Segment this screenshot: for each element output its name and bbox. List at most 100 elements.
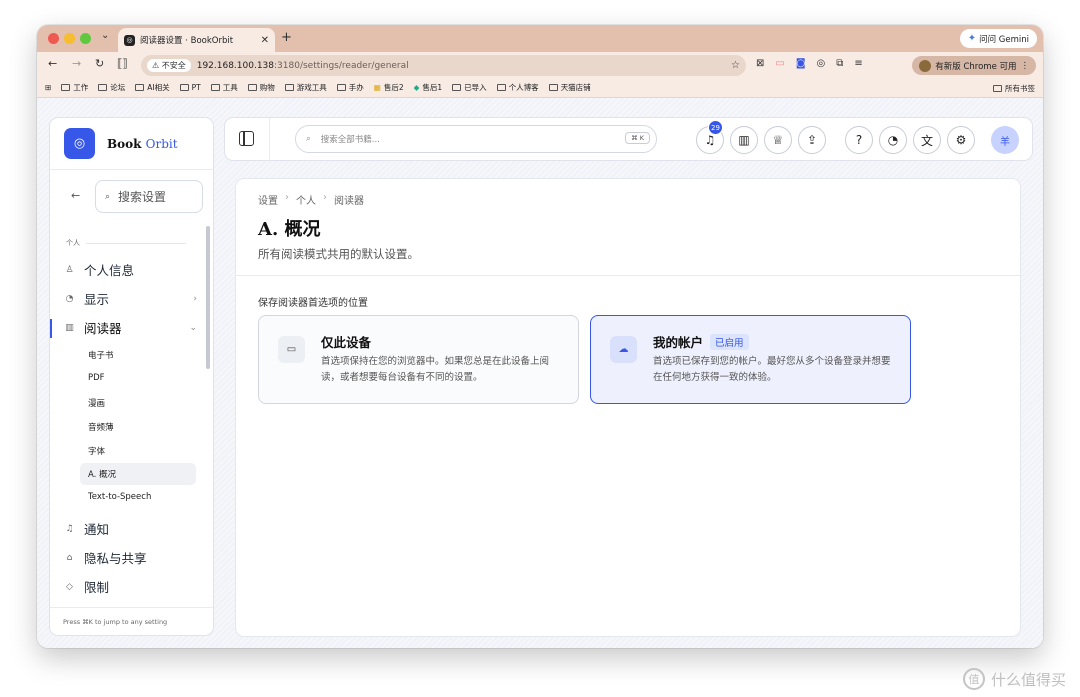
url-path: :3180/settings/reader/general xyxy=(274,60,409,71)
insecure-badge[interactable]: ⚠ 不安全 xyxy=(147,59,191,72)
bookmark-item[interactable]: 已导入 xyxy=(452,82,487,93)
bookorbit-logo-icon[interactable]: ◎ xyxy=(64,128,95,159)
extension-icon-3[interactable]: ◙ xyxy=(796,58,806,69)
sidebar-item-restrictions[interactable]: ◇ 限制 xyxy=(64,577,197,596)
bookmark-item[interactable]: 购物 xyxy=(247,82,275,93)
stats-button[interactable]: ▥ xyxy=(730,126,758,154)
search-placeholder: 搜索设置 xyxy=(118,190,167,204)
sidebar-subitem-audiobook[interactable]: 音频薄 xyxy=(88,421,114,433)
all-bookmarks[interactable]: 所有书签 xyxy=(993,83,1035,94)
sidebar-subitem-overview[interactable]: A. 概况 xyxy=(80,463,196,485)
bookmark-label: AI相关 xyxy=(147,83,170,92)
bookmark-item[interactable]: ▦ 售后2 xyxy=(374,82,404,93)
bookmark-item[interactable]: AI相关 xyxy=(135,82,170,93)
option-card-this-device[interactable]: ▭ 仅此设备 首选项保持在您的浏览器中。如果您总是在此设备上阅读，或者想要每台设… xyxy=(258,315,579,404)
help-icon: ? xyxy=(855,133,863,147)
upload-button[interactable]: ⇪ xyxy=(798,126,826,154)
sidebar-subitem-pdf[interactable]: PDF xyxy=(88,373,105,383)
bookmark-item[interactable]: 手办 xyxy=(336,82,364,93)
settings-sidebar: ◎ Book Orbit ← ⌕ 搜索设置 个人 ♙ 个人信息 ◔ 显示 › ▥ 阅读器… xyxy=(49,117,214,636)
reload-icon[interactable]: ↻ xyxy=(95,57,104,70)
toggle-sidebar-icon[interactable] xyxy=(239,131,254,146)
gemini-label: 问问 Gemini xyxy=(979,34,1029,45)
sidebar-subitem-font[interactable]: 字体 xyxy=(88,445,105,457)
bookmark-item[interactable]: PT xyxy=(179,83,201,92)
bookmark-item[interactable]: 个人博客 xyxy=(496,82,539,93)
maximize-window-button[interactable] xyxy=(80,33,91,44)
bookmark-item[interactable]: 工具 xyxy=(210,82,238,93)
forward-arrow-icon[interactable]: → xyxy=(72,57,81,70)
grid-colored-icon: ▦ xyxy=(373,83,381,92)
browser-tab[interactable]: ◎ 阅读器设置 · BookOrbit ✕ xyxy=(118,28,275,52)
bookmark-item[interactable]: 天猫店铺 xyxy=(548,82,591,93)
search-placeholder: 搜索全部书籍... xyxy=(320,135,380,145)
minimize-window-button[interactable] xyxy=(64,33,75,44)
bell-icon: ♫ xyxy=(65,523,74,534)
reading-list-icon[interactable]: ≡ xyxy=(854,58,862,69)
notifications-button[interactable]: ♫ 29 xyxy=(696,120,724,154)
extensions-puzzle-icon[interactable]: ⧉ xyxy=(836,58,843,69)
profile-avatar-icon xyxy=(919,59,932,72)
extension-icon-1[interactable]: ⊠ xyxy=(756,58,764,69)
address-bar[interactable]: ⚠ 不安全 192.168.100.138:3180/settings/read… xyxy=(141,55,746,76)
sidebar-item-reader[interactable]: ▥ 阅读器 ⌄ xyxy=(64,318,197,337)
tab-search-chevron-icon[interactable]: ⌄ xyxy=(101,30,109,41)
tab-close-icon[interactable]: ✕ xyxy=(261,35,269,46)
chevron-down-icon: ⌄ xyxy=(189,322,197,333)
translate-icon: 文 xyxy=(920,133,933,148)
insecure-label: 不安全 xyxy=(161,61,186,70)
sidebar-subitem-tts[interactable]: Text-to-Speech xyxy=(88,492,151,502)
folder-icon xyxy=(993,85,1002,92)
sidebar-item-privacy[interactable]: ⌂ 隐私与共享 xyxy=(64,548,197,567)
chrome-update-button[interactable]: 有新版 Chrome 可用 ⋮ xyxy=(912,56,1036,75)
new-tab-button[interactable]: + xyxy=(281,30,292,45)
sidebar-item-label: 隐私与共享 xyxy=(84,551,147,566)
bookorbit-favicon-icon: ◎ xyxy=(124,34,135,46)
breadcrumb: 设置 › 个人 › 阅读器 xyxy=(258,192,364,207)
all-bookmarks-label: 所有书签 xyxy=(1005,84,1035,93)
extension-icon-2[interactable]: ▭ xyxy=(775,58,784,69)
sidebar-item-label: 通知 xyxy=(84,522,110,537)
sidebar-footer-hint: Press ⌘K to jump to any setting xyxy=(50,607,213,635)
bookmark-item[interactable]: 论坛 xyxy=(98,82,125,93)
gemini-button[interactable]: ✦ 问问 Gemini xyxy=(959,29,1037,48)
language-button[interactable]: 文 xyxy=(913,126,941,154)
bookmark-item[interactable]: ◆ 售后1 xyxy=(414,82,443,93)
chevron-right-icon: › xyxy=(193,293,197,304)
apps-grid-icon[interactable]: ⊞ xyxy=(45,83,51,92)
close-window-button[interactable] xyxy=(48,33,59,44)
settings-search-input[interactable]: ⌕ 搜索设置 xyxy=(95,180,203,213)
settings-button[interactable]: ⚙ xyxy=(947,126,975,154)
side-panel-icon[interactable]: ⟦⟧ xyxy=(117,57,128,70)
help-button[interactable]: ? xyxy=(845,126,873,154)
user-avatar[interactable]: 羊 xyxy=(991,126,1019,154)
bookmarks-bar: ⊞ 工作 论坛 AI相关 PT 工具 购物 游戏工具 手办 ▦ 售后2 ◆ 售后1 … xyxy=(37,78,1043,98)
breadcrumb-personal[interactable]: 个人 xyxy=(296,192,316,207)
app-topbar: ⌕ 搜索全部书籍... ⌘ K ♫ 29 ▥ ♕ ⇪ ? ◔ 文 ⚙ 羊 xyxy=(224,117,1033,161)
sidebar-scrollbar[interactable] xyxy=(206,226,210,369)
sidebar-item-notifications[interactable]: ♫ 通知 xyxy=(64,519,197,538)
bookmark-label: 售后2 xyxy=(383,83,404,92)
theme-button[interactable]: ◔ xyxy=(879,126,907,154)
bookmark-star-icon[interactable]: ☆ xyxy=(731,60,740,71)
back-arrow-icon[interactable]: ← xyxy=(48,57,57,70)
option-card-my-account[interactable]: ☁ 我的帐户 已启用 首选项已保存到您的帐户。最好您从多个设备登录并想要在任何地方… xyxy=(590,315,911,404)
breadcrumb-settings[interactable]: 设置 xyxy=(258,192,278,207)
url-text: 192.168.100.138:3180/settings/reader/gen… xyxy=(197,61,731,71)
bookmark-item[interactable]: 游戏工具 xyxy=(284,82,327,93)
card-description: 首选项保持在您的浏览器中。如果您总是在此设备上阅读，或者想要每台设备有不同的设置… xyxy=(321,356,550,383)
back-arrow-icon[interactable]: ← xyxy=(71,189,80,202)
sidebar-item-profile[interactable]: ♙ 个人信息 xyxy=(64,260,197,279)
bookmark-item[interactable]: 工作 xyxy=(61,82,88,93)
breadcrumb-reader[interactable]: 阅读器 xyxy=(334,192,364,207)
brand-orbit: Orbit xyxy=(145,136,178,151)
achievements-button[interactable]: ♕ xyxy=(764,126,792,154)
card-title: 仅此设备 xyxy=(321,332,371,351)
book-search-input[interactable]: ⌕ 搜索全部书籍... ⌘ K xyxy=(295,125,657,153)
extension-icon-4[interactable]: ◎ xyxy=(817,58,826,69)
upload-icon: ⇪ xyxy=(806,133,818,147)
sidebar-subitem-ebook[interactable]: 电子书 xyxy=(88,349,114,361)
sidebar-item-display[interactable]: ◔ 显示 › xyxy=(64,289,197,308)
store-icon: ◆ xyxy=(413,83,420,92)
sidebar-subitem-comic[interactable]: 漫画 xyxy=(88,397,105,409)
